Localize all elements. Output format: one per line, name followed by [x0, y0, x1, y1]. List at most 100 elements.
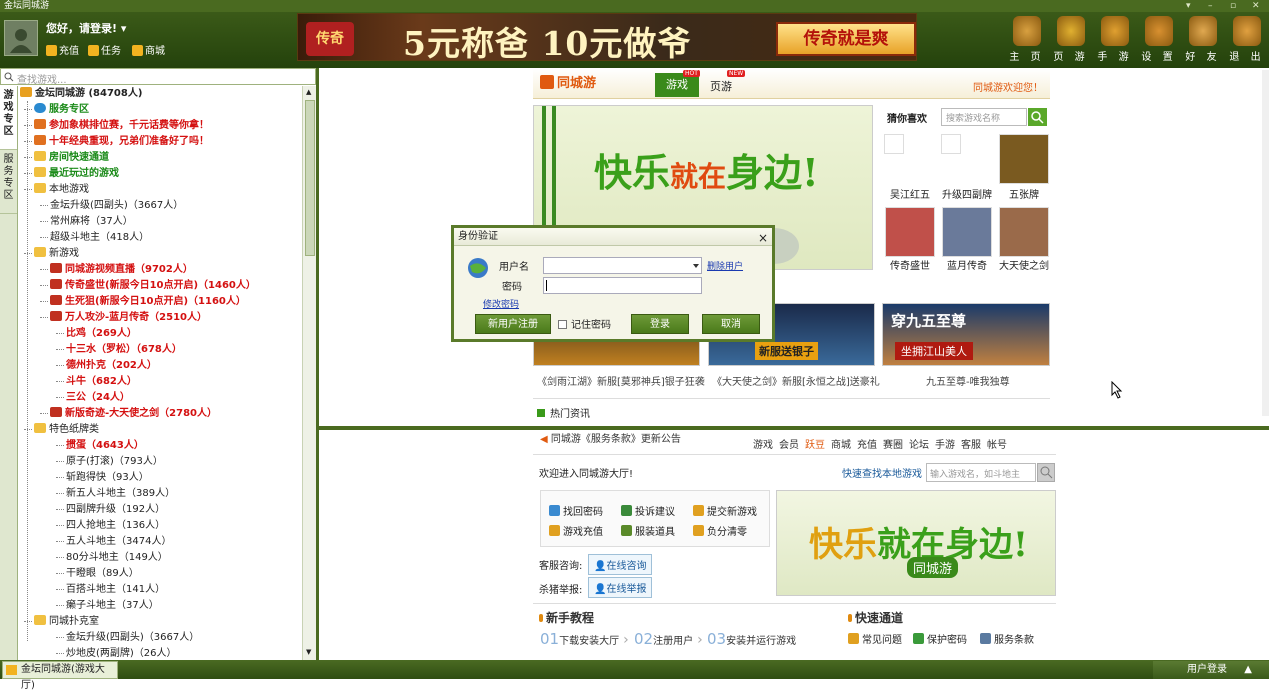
fast-link[interactable]: 保护密码 [913, 631, 967, 646]
game-name[interactable]: 大天使之剑 [994, 257, 1054, 272]
tree-item[interactable]: 比鸡（269人） [56, 326, 137, 341]
register-button[interactable]: 新用户注册 [475, 314, 551, 334]
fast-link[interactable]: 服务条款 [980, 631, 1034, 646]
close-button[interactable]: ✕ [1252, 0, 1260, 12]
game-name[interactable]: 五张牌 [994, 186, 1054, 201]
guess-search-button[interactable] [1028, 108, 1047, 126]
tree-item[interactable]: 斗牛（682人） [56, 374, 137, 389]
tab-services[interactable]: 服务专区 [0, 150, 17, 214]
tree-item[interactable]: 新五人斗地主（389人） [56, 486, 175, 501]
scroll-down-icon[interactable]: ▼ [306, 648, 311, 656]
tree-item[interactable]: 服务专区 [24, 102, 89, 117]
nav-link-9[interactable]: 帐号 [987, 440, 1007, 451]
nav-link-0[interactable]: 游戏 [753, 440, 773, 451]
tree-item[interactable]: 新游戏 [24, 246, 79, 261]
tree-item[interactable]: 五人斗地主（3474人） [56, 534, 171, 549]
avatar[interactable] [4, 20, 38, 56]
scroll-up-icon[interactable]: ▲ [306, 88, 311, 96]
tree-item[interactable]: 原子(打滚)（793人） [56, 454, 163, 469]
tree-item[interactable]: 传奇盛世(新服今日10点开启)（1460人） [40, 278, 256, 293]
nav-link-1[interactable]: 会员 [779, 440, 799, 451]
tab-games[interactable]: 游戏专区 [0, 86, 17, 150]
tree-item[interactable]: 同城游视频直播（9702人） [40, 262, 193, 277]
tree-item[interactable]: 十三水（罗松）（678人） [56, 342, 182, 357]
news-thumbnail[interactable]: 穿九五至尊 坐拥江山美人 [882, 303, 1050, 366]
tree-item[interactable]: 干瞪眼（89人） [56, 566, 139, 581]
service-link[interactable]: 负分清零 [693, 523, 747, 538]
tree-item[interactable]: 三公（24人） [56, 390, 130, 405]
tutorial-step[interactable]: 01下载安装大厅 › [540, 630, 629, 648]
service-link[interactable]: 游戏充值 [549, 523, 603, 538]
tree-scrollbar[interactable]: ▲ ▼ [302, 86, 316, 660]
login-button[interactable]: 登录 [631, 314, 689, 334]
username-combobox[interactable] [543, 257, 702, 274]
quickfind-button[interactable] [1037, 463, 1055, 482]
tree-item[interactable]: 本地游戏 [24, 182, 89, 197]
toolbar-page-games-button[interactable]: 页 游 [1050, 12, 1092, 68]
hot-news-title[interactable]: 热门资讯 [537, 405, 590, 420]
tree-item[interactable]: 特色纸牌类 [24, 422, 99, 437]
tree-item[interactable]: 四副牌升级（192人） [56, 502, 165, 517]
dialog-titlebar[interactable]: 身份验证 × [454, 228, 772, 246]
task-link[interactable]: 任务 [88, 42, 121, 57]
minimize-button[interactable]: – [1208, 0, 1213, 12]
toolbar-settings-button[interactable]: 设 置 [1138, 12, 1180, 68]
tree-item[interactable]: 80分斗地主（149人） [56, 550, 168, 565]
news-caption[interactable]: 《大天使之剑》新服[永恒之战]送豪礼 [712, 373, 880, 388]
tree-item[interactable]: 百搭斗地主（141人） [56, 582, 165, 597]
guess-search-input[interactable]: 搜索游戏名称 [941, 108, 1027, 126]
tree-item[interactable]: 参加象棋排位赛，千元话费等你拿！ [24, 118, 209, 133]
delete-user-link[interactable]: 删除用户 [707, 259, 743, 272]
nav-link-4[interactable]: 充值 [857, 440, 877, 451]
tree-item[interactable]: 金坛同城游 (84708人) [20, 86, 142, 101]
news-caption[interactable]: 九五至尊-唯我独尊 [926, 373, 1010, 388]
notice-link[interactable]: ◀ 同城游《服务条款》更新公告 [540, 430, 681, 445]
login-greeting[interactable]: 您好，请登录! ▾ [46, 20, 126, 36]
tree-item[interactable]: 金坛升级(四副头)（3667人） [40, 198, 183, 213]
game-thumbnail[interactable] [885, 207, 935, 257]
service-link[interactable]: 提交新游戏 [693, 503, 757, 518]
tab-page-game[interactable]: 页游 [710, 78, 732, 94]
tree-item[interactable]: 德州扑克（202人） [56, 358, 157, 373]
toolbar-home-button[interactable]: 主 页 [1006, 12, 1048, 68]
recharge-link[interactable]: 充值 [46, 42, 79, 57]
game-name[interactable]: 传奇盛世 [880, 257, 940, 272]
tree-item[interactable]: 房间快速通道 [24, 150, 109, 165]
tree-item[interactable]: 四人抢地主（136人） [56, 518, 165, 533]
tree-item[interactable]: 同城扑克室 [24, 614, 99, 629]
tutorial-step[interactable]: 03安装并运行游戏 [707, 630, 796, 648]
remember-password-checkbox[interactable]: 记住密码 [558, 316, 611, 331]
toolbar-friends-button[interactable]: 好 友 [1182, 12, 1224, 68]
tree-item[interactable]: 掼蛋（4643人） [56, 438, 144, 453]
ad-cta[interactable]: 传奇就是爽 [776, 22, 916, 56]
hall-banner[interactable]: 快乐就在身边! 同城游 [776, 490, 1056, 596]
game-name[interactable]: 蓝月传奇 [937, 257, 997, 272]
game-thumbnail[interactable] [884, 134, 904, 154]
online-consult-button[interactable]: 👤在线咨询 [588, 554, 653, 575]
service-link[interactable]: 投诉建议 [621, 503, 675, 518]
user-login-button[interactable]: 用户登录 ▲ [1153, 661, 1269, 679]
portal-logo[interactable]: 同城游 [540, 72, 612, 94]
nav-link-5[interactable]: 赛圈 [883, 440, 903, 451]
fast-link[interactable]: 常见问题 [848, 631, 902, 646]
nav-link-7[interactable]: 手游 [935, 440, 955, 451]
cancel-button[interactable]: 取消 [702, 314, 760, 334]
close-icon[interactable]: × [758, 229, 768, 247]
game-thumbnail[interactable] [999, 207, 1049, 257]
tree-item[interactable]: 生死狙(新服今日10点开启)（1160人） [40, 294, 246, 309]
tree-item[interactable]: 万人攻沙-蓝月传奇（2510人） [40, 310, 207, 325]
toolbar-mobile-games-button[interactable]: 手 游 [1094, 12, 1136, 68]
tree-item[interactable]: 炒地皮(两副牌)（26人） [56, 646, 177, 660]
game-thumbnail[interactable] [999, 134, 1049, 184]
game-name[interactable]: 吴江红五 [880, 186, 940, 201]
maximize-button[interactable]: ▫ [1230, 0, 1236, 12]
tree-item[interactable]: 斩跑得快（93人） [56, 470, 149, 485]
game-name[interactable]: 升级四副牌 [937, 186, 997, 201]
scroll-thumb[interactable] [305, 100, 315, 256]
chevron-down-icon[interactable] [693, 264, 699, 268]
tree-item[interactable]: 新版奇迹-大天使之剑（2780人） [40, 406, 217, 421]
tree-item[interactable]: 十年经典重现，兄弟们准备好了吗！ [24, 134, 209, 149]
main-scrollbar[interactable] [1262, 70, 1269, 416]
toolbar-exit-button[interactable]: 退 出 [1226, 12, 1268, 68]
minimize-icon[interactable]: ▾ [1186, 0, 1191, 12]
